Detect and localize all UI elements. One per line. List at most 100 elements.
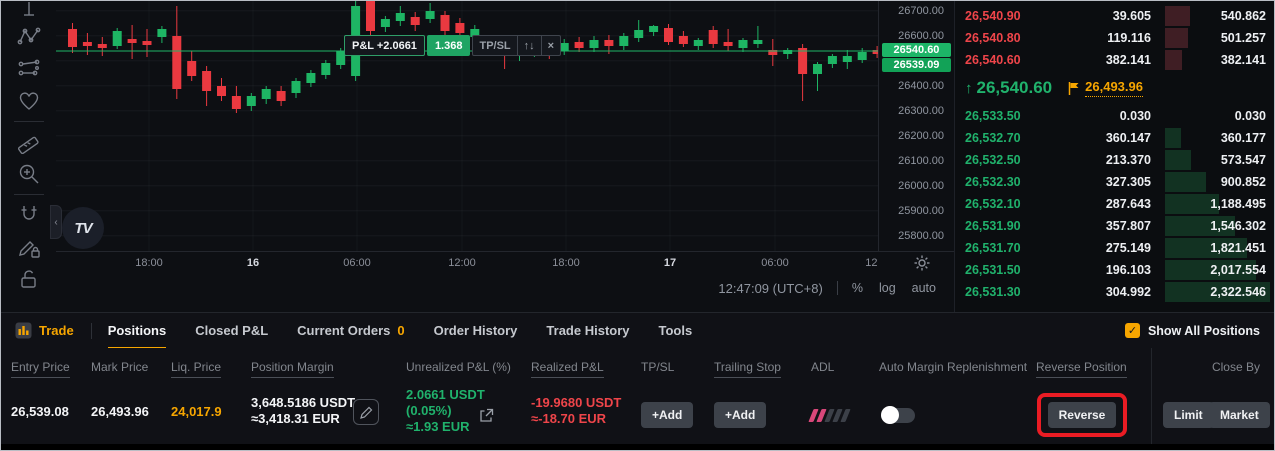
column-header-entry-price: Entry Price [11, 360, 70, 378]
share-pnl-icon[interactable] [479, 408, 494, 428]
chart-footer: 12:47:09 (UTC+8) % log auto [718, 277, 954, 299]
close-market-button[interactable]: Market [1209, 402, 1270, 428]
percent-scale-button[interactable]: % [852, 281, 863, 295]
orderbook-ask-row[interactable]: 26,540.80 119.116 501.257 [955, 27, 1274, 49]
column-header-realized-p-l: Realized P&L [531, 360, 604, 378]
tab-trade-history[interactable]: Trade History [546, 313, 629, 349]
column-header-position-margin: Position Margin [251, 360, 334, 378]
tpsl-add-button[interactable]: +Add [641, 402, 694, 428]
close-position-icon[interactable]: × [542, 36, 560, 55]
reverse-position-button[interactable]: Reverse [1047, 402, 1117, 428]
auto-margin-toggle[interactable] [881, 406, 915, 424]
time-axis-label: 16 [246, 257, 260, 269]
trailing-stop-add-button[interactable]: +Add [714, 402, 767, 428]
orderbook-panel: 26,540.90 39.605 540.862 26,540.80 119.116 50… [954, 1, 1274, 312]
orderbook-last-price-row: ↑ 26,540.60 26,493.96 [955, 71, 1274, 105]
bid-qty: 360.147 [1105, 131, 1151, 145]
favorites-heart-icon[interactable] [10, 85, 48, 117]
depth-bar [1165, 172, 1206, 192]
column-header-reverse-position: Reverse Position [1036, 360, 1127, 378]
reverse-arrows-icon[interactable]: ↑↓ [518, 36, 542, 55]
bid-sum: 1,821.451 [1210, 241, 1266, 255]
time-axis-label: 12:00 [865, 257, 878, 269]
position-line-widget: P&L +2.0661 1.368 TP/SL ↑↓ × [344, 35, 562, 56]
bid-price: 26,532.10 [965, 197, 1021, 211]
orderbook-bid-row[interactable]: 26,531.50 196.103 2,017.554 [955, 259, 1274, 281]
ruler-tool-icon[interactable] [10, 126, 48, 158]
orderbook-bid-row[interactable]: 26,532.10 287.643 1,188.495 [955, 193, 1274, 215]
bid-price: 26,532.30 [965, 175, 1021, 189]
tab-current-orders[interactable]: Current Orders 0 [297, 313, 404, 349]
tab-closed-pnl[interactable]: Closed P&L [195, 313, 268, 349]
xabcd-pattern-tool-icon[interactable] [10, 21, 48, 53]
candlestick-chart-panel[interactable]: ‹ TV P&L +2.0661 1.368 TP/SL ↑↓ × 26700.… [50, 1, 954, 312]
orderbook-ask-row[interactable]: 26,540.90 39.605 540.862 [955, 5, 1274, 27]
bid-qty: 213.370 [1105, 153, 1151, 167]
position-qty-label[interactable]: 1.368 [426, 35, 471, 56]
orderbook-bid-row[interactable]: 26,532.30 327.305 900.852 [955, 171, 1274, 193]
magnet-tool-icon[interactable] [10, 199, 48, 231]
drawing-lock-pencil-icon[interactable] [10, 231, 48, 263]
tab-order-history[interactable]: Order History [434, 313, 518, 349]
orderbook-bid-row[interactable]: 26,532.70 360.147 360.177 [955, 127, 1274, 149]
last-price-tag: 26540.60 [882, 43, 951, 57]
bid-price: 26,531.50 [965, 263, 1021, 277]
log-scale-button[interactable]: log [879, 281, 896, 295]
bid-sum: 1,188.495 [1210, 197, 1266, 211]
orderbook-bid-row[interactable]: 26,531.70 275.149 1,821.451 [955, 237, 1274, 259]
tradingview-logo[interactable]: TV [62, 207, 104, 249]
ask-sum: 540.862 [1220, 9, 1266, 23]
orderbook-bid-row[interactable]: 26,533.50 0.030 0.030 [955, 105, 1274, 127]
show-all-positions-label: Show All Positions [1147, 323, 1260, 338]
orderbook-bid-row[interactable]: 26,532.50 213.370 573.547 [955, 149, 1274, 171]
auto-scale-button[interactable]: auto [912, 281, 936, 295]
axis-settings-gear-icon[interactable] [914, 255, 930, 276]
tab-trade[interactable]: Trade [15, 313, 74, 349]
depth-bar [1165, 128, 1182, 148]
column-header-trailing-stop: Trailing Stop [714, 360, 781, 378]
time-axis-label: 06:00 [343, 257, 371, 269]
ask-qty: 119.116 [1107, 31, 1151, 45]
bid-sum: 573.547 [1220, 153, 1266, 167]
zoom-in-tool-icon[interactable] [10, 158, 48, 190]
time-axis-label: 12:00 [448, 257, 476, 269]
bid-qty: 287.643 [1105, 197, 1151, 211]
time-axis[interactable]: 18:00 16 06:00 12:00 18:00 17 06:00 12:00 [56, 251, 954, 275]
price-axis[interactable]: 26700.00 26600.00 26400.00 26300.00 26200.00… [878, 1, 954, 251]
bid-sum: 0.030 [1234, 109, 1266, 123]
bottom-strip [1, 444, 1274, 450]
toolbar-collapse-handle[interactable]: ‹ [50, 205, 62, 239]
bid-sum: 2,322.546 [1210, 285, 1266, 299]
time-axis-label: 18:00 [135, 257, 163, 269]
ask-price: 26,540.80 [965, 31, 1021, 45]
price-axis-label: 26400.00 [898, 79, 944, 92]
ask-price: 26,540.90 [965, 9, 1021, 23]
bid-qty: 275.149 [1105, 241, 1151, 255]
forecast-tool-icon[interactable] [10, 53, 48, 85]
depth-bar [1165, 28, 1188, 48]
time-axis-label: 17 [663, 257, 677, 269]
tpsl-button[interactable]: TP/SL [473, 36, 518, 55]
orderbook-ask-row[interactable]: 26,540.60 382.141 382.141 [955, 49, 1274, 71]
mark-price-flag-icon [1068, 81, 1080, 95]
close-by-column-divider [1151, 348, 1152, 444]
column-header-adl: ADL [811, 360, 835, 374]
mark-price-value[interactable]: 26,493.96 [1085, 79, 1143, 97]
edit-margin-button[interactable] [353, 399, 379, 425]
trend-line-tool-icon[interactable] [10, 1, 48, 21]
lock-all-icon[interactable] [10, 263, 48, 295]
column-header-tp-sl: TP/SL [641, 360, 675, 374]
bid-price: 26,532.70 [965, 131, 1021, 145]
tabbar-divider [90, 322, 92, 339]
column-header-unrealized-p-l: Unrealized P&L (%) [406, 360, 511, 374]
tab-tools[interactable]: Tools [659, 313, 693, 349]
bid-price: 26,531.70 [965, 241, 1021, 255]
annotation-highlight-rectangle: Reverse [1037, 393, 1127, 437]
orderbook-bid-row[interactable]: 26,531.90 357.807 1,546.302 [955, 215, 1274, 237]
orderbook-bid-row[interactable]: 26,531.30 304.992 2,322.546 [955, 281, 1274, 303]
tab-positions[interactable]: Positions [107, 313, 167, 349]
show-all-positions-checkbox[interactable]: ✓ [1124, 323, 1140, 338]
close-limit-button[interactable]: Limit [1163, 402, 1214, 428]
bid-qty: 327.305 [1105, 175, 1151, 189]
bid-sum: 1,546.302 [1210, 219, 1266, 233]
